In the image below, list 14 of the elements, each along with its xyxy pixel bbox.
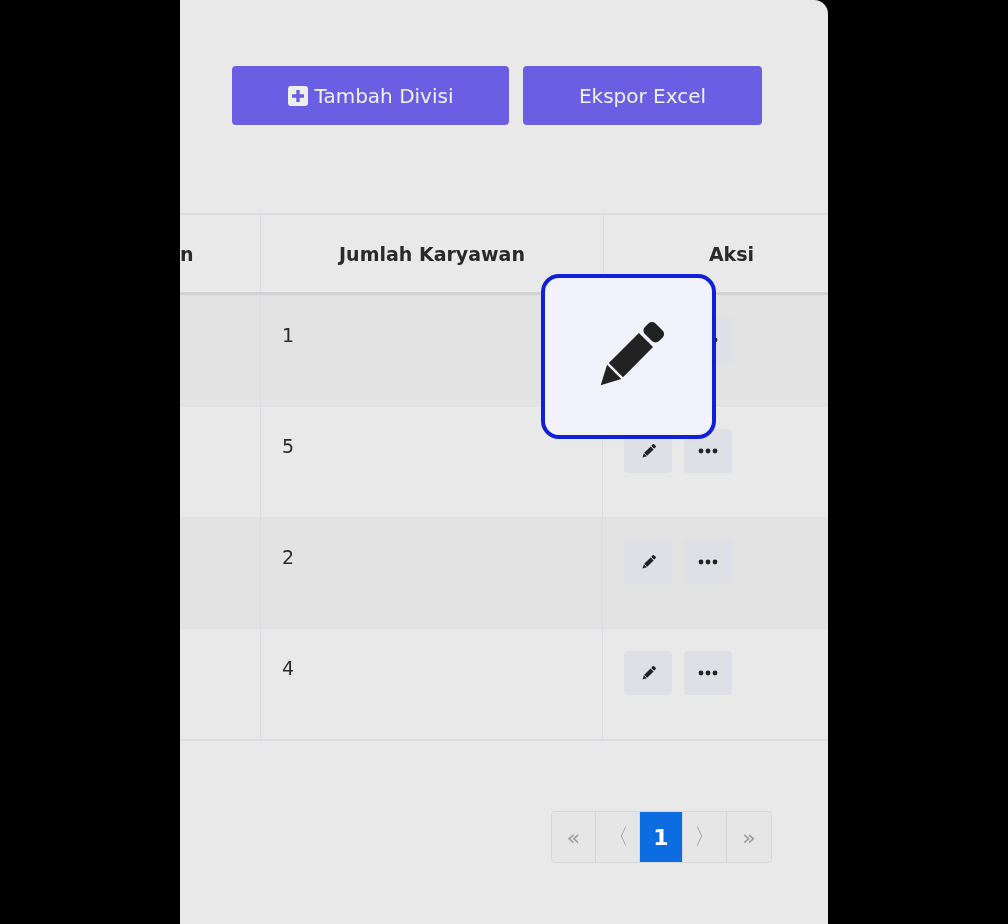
- page-nav-button[interactable]: «: [552, 812, 596, 862]
- edit-button[interactable]: [624, 540, 672, 584]
- edit-button[interactable]: [624, 651, 672, 695]
- more-icon: [698, 670, 718, 676]
- more-button[interactable]: [684, 651, 732, 695]
- add-button[interactable]: Tambah Divisi: [232, 66, 509, 125]
- page-button[interactable]: 1: [640, 812, 683, 862]
- more-button[interactable]: [684, 540, 732, 584]
- column-header: n: [180, 242, 194, 265]
- plus-icon: [287, 85, 308, 106]
- table-cell: 4: [261, 629, 603, 739]
- export-button[interactable]: Ekspor Excel: [523, 66, 762, 125]
- more-icon: [698, 559, 718, 565]
- more-icon: [698, 448, 718, 454]
